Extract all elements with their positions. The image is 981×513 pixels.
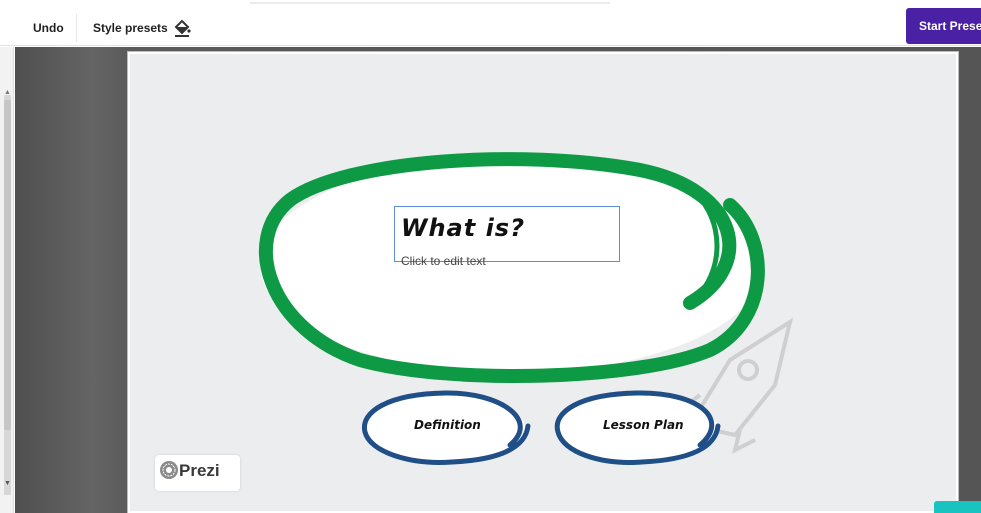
help-tab[interactable] — [934, 501, 981, 513]
main-bubble — [258, 152, 765, 383]
topic-lesson-plan[interactable]: Lesson Plan — [603, 418, 684, 432]
prezi-logo-text: Prezi — [179, 461, 220, 480]
topic-definition[interactable]: Definition — [414, 418, 481, 432]
slide-subtitle[interactable]: Click to edit text — [401, 254, 486, 268]
slide-title[interactable]: What is? — [401, 214, 525, 242]
prezi-logo-icon — [159, 460, 179, 485]
